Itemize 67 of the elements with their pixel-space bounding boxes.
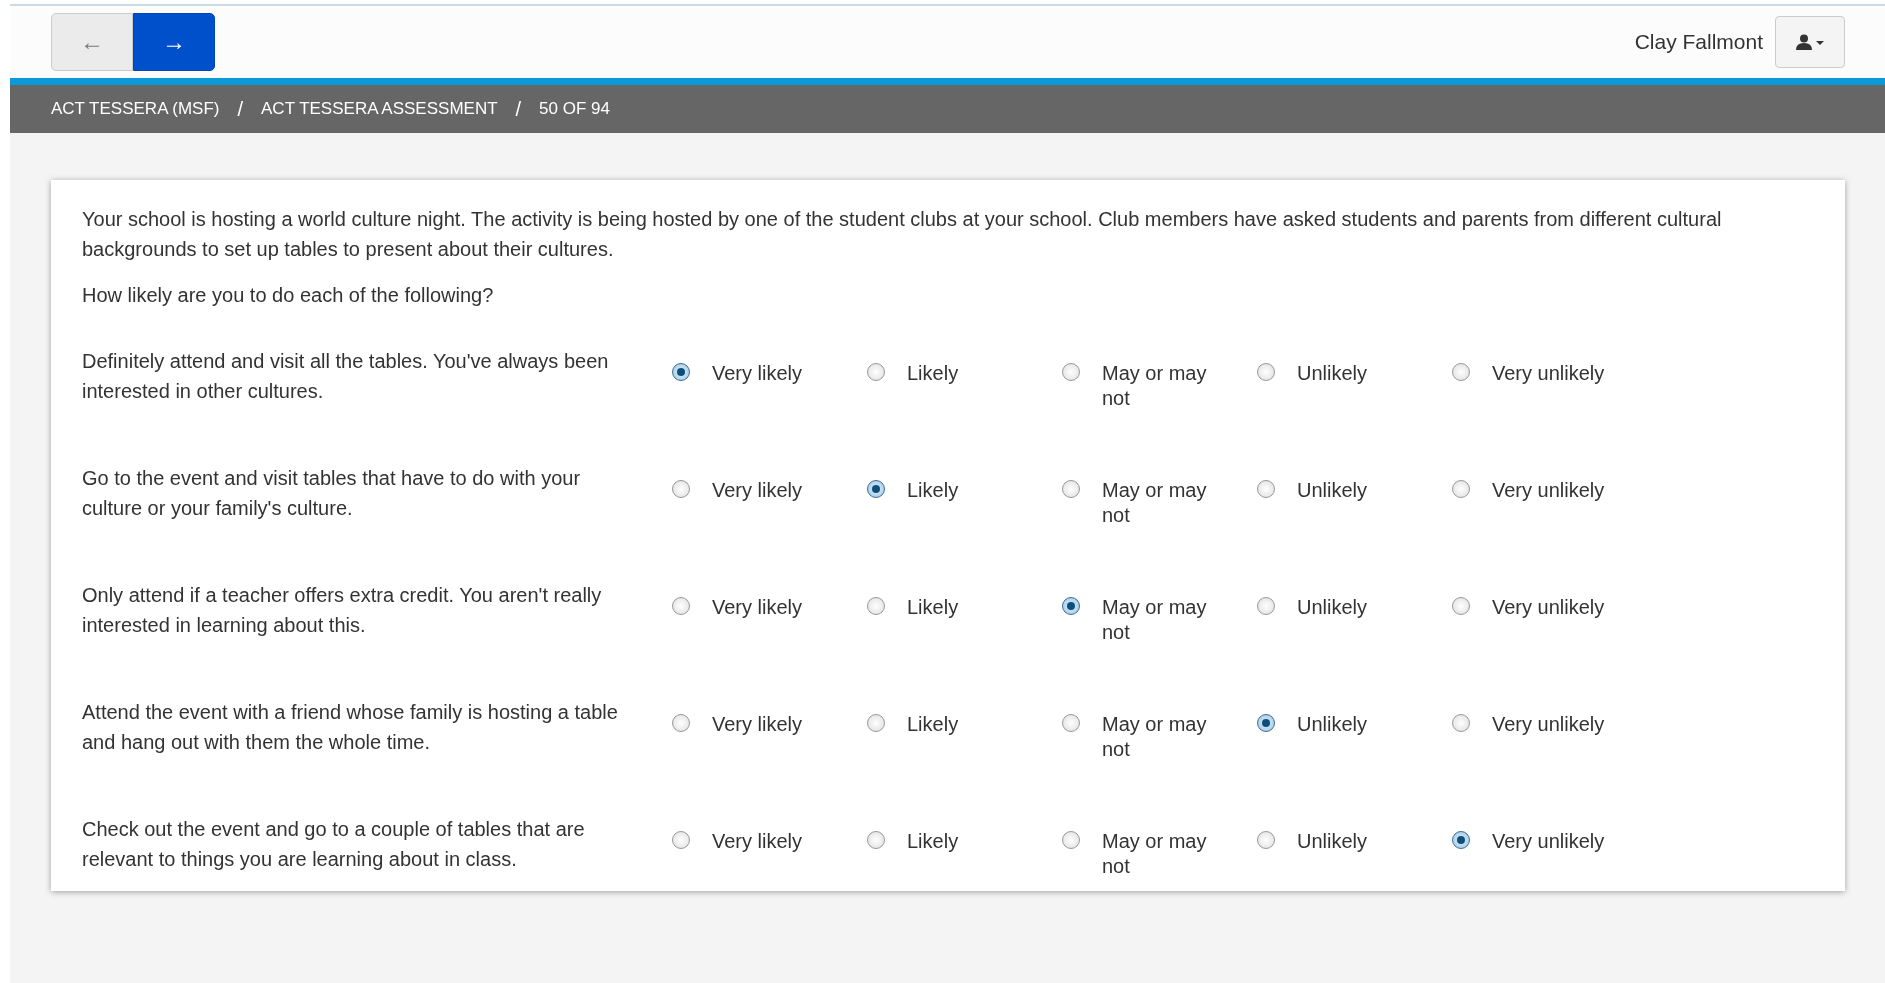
radio-button[interactable] — [1062, 480, 1080, 498]
user-icon — [1796, 34, 1824, 50]
option-label[interactable]: Unlikely — [1297, 712, 1417, 737]
option-label[interactable]: Very unlikely — [1492, 712, 1612, 737]
radio-button[interactable] — [1452, 597, 1470, 615]
option-label[interactable]: Unlikely — [1297, 829, 1417, 854]
option-label[interactable]: Likely — [907, 595, 1027, 620]
breadcrumb-item[interactable]: 50 OF 94 — [539, 99, 610, 119]
option-label[interactable]: Likely — [907, 829, 1027, 854]
option-label[interactable]: Very likely — [712, 478, 832, 503]
option-label[interactable]: May or may not — [1102, 595, 1222, 645]
user-name: Clay Fallmont — [1634, 30, 1763, 54]
scenario-text: Your school is hosting a world culture night. The activity is being hosted by one of the student clubs at your school. Club members have asked students and parents from different cultural backgrounds to set up tables to present about their cultures. — [82, 207, 1723, 262]
option-label[interactable]: May or may not — [1102, 361, 1222, 411]
statement-text: Attend the event with a friend whose family is hosting a table and hang out with them the whole time. — [82, 700, 619, 755]
option-label[interactable]: Unlikely — [1297, 595, 1417, 620]
option-label[interactable]: Very unlikely — [1492, 361, 1612, 386]
radio-button[interactable] — [1452, 480, 1470, 498]
radio-button[interactable] — [672, 597, 690, 615]
radio-button[interactable] — [1257, 714, 1275, 732]
option-label[interactable]: Unlikely — [1297, 361, 1417, 386]
radio-button[interactable] — [1452, 831, 1470, 849]
option-label[interactable]: Very likely — [712, 829, 832, 854]
radio-button[interactable] — [1257, 597, 1275, 615]
radio-button[interactable] — [1257, 363, 1275, 381]
back-button[interactable]: ← — [51, 13, 133, 71]
breadcrumb-separator: / — [237, 97, 244, 121]
radio-button[interactable] — [867, 831, 885, 849]
radio-button[interactable] — [672, 363, 690, 381]
radio-button[interactable] — [867, 714, 885, 732]
question-prompt: How likely are you to do each of the following? — [82, 283, 495, 308]
statement-text: Definitely attend and visit all the tables. You've always been interested in other cultures. — [82, 349, 610, 404]
option-label[interactable]: Very unlikely — [1492, 829, 1612, 854]
option-label[interactable]: Very likely — [712, 712, 832, 737]
option-label[interactable]: May or may not — [1102, 478, 1222, 528]
option-label[interactable]: Very unlikely — [1492, 595, 1612, 620]
radio-button[interactable] — [867, 480, 885, 498]
radio-button[interactable] — [672, 831, 690, 849]
option-label[interactable]: May or may not — [1102, 712, 1222, 762]
radio-button[interactable] — [867, 363, 885, 381]
radio-button[interactable] — [1452, 363, 1470, 381]
radio-button[interactable] — [1452, 714, 1470, 732]
radio-button[interactable] — [672, 714, 690, 732]
option-label[interactable]: May or may not — [1102, 829, 1222, 879]
radio-button[interactable] — [1257, 480, 1275, 498]
radio-button[interactable] — [867, 597, 885, 615]
statement-text: Check out the event and go to a couple of tables that are relevant to things you are learning about in class. — [82, 817, 586, 872]
statement-text: Go to the event and visit tables that have to do with your culture or your family's culture. — [82, 466, 582, 521]
radio-button[interactable] — [1062, 831, 1080, 849]
breadcrumb-separator: / — [515, 97, 522, 121]
forward-button[interactable]: → — [133, 13, 215, 71]
option-label[interactable]: Very likely — [712, 361, 832, 386]
option-label[interactable]: Likely — [907, 361, 1027, 386]
radio-button[interactable] — [1062, 714, 1080, 732]
option-label[interactable]: Unlikely — [1297, 478, 1417, 503]
option-label[interactable]: Likely — [907, 478, 1027, 503]
radio-button[interactable] — [1062, 363, 1080, 381]
breadcrumb-item[interactable]: ACT TESSERA (MSF) — [51, 99, 220, 119]
option-label[interactable]: Very unlikely — [1492, 478, 1612, 503]
radio-button[interactable] — [1257, 831, 1275, 849]
radio-button[interactable] — [672, 480, 690, 498]
option-label[interactable]: Likely — [907, 712, 1027, 737]
statement-text: Only attend if a teacher offers extra credit. You aren't really interested in learning about this. — [82, 583, 603, 638]
breadcrumb-item[interactable]: ACT TESSERA ASSESSMENT — [261, 99, 498, 119]
user-menu-button[interactable] — [1775, 16, 1845, 68]
radio-button[interactable] — [1062, 597, 1080, 615]
option-label[interactable]: Very likely — [712, 595, 832, 620]
